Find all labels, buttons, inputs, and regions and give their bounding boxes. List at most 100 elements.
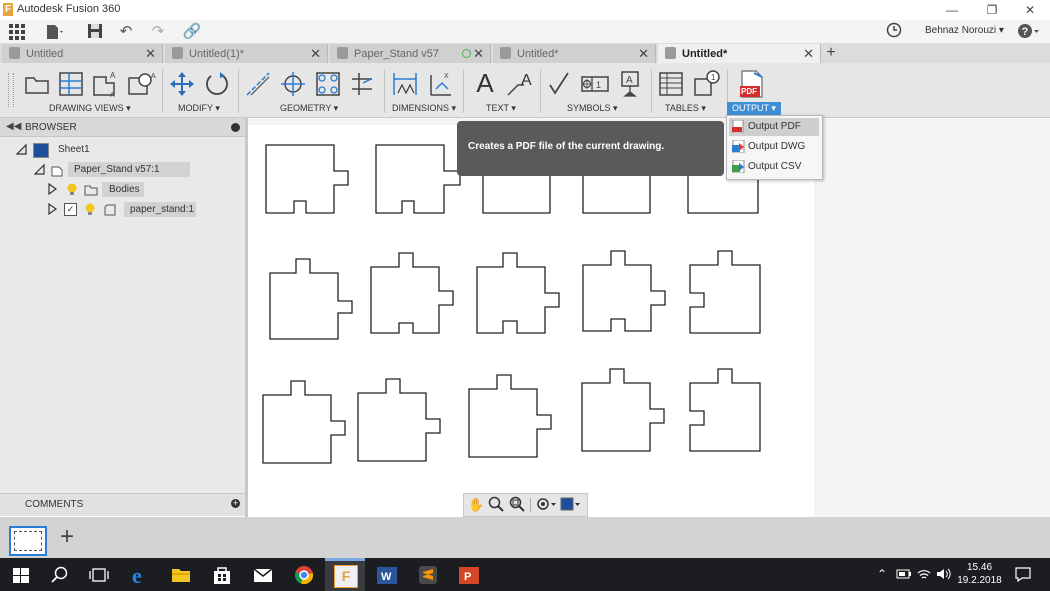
edge-browser-icon[interactable]: e <box>130 563 152 588</box>
minimize-button[interactable]: — <box>932 0 972 20</box>
new-tab-icon[interactable]: + <box>822 44 840 62</box>
leader-text-icon[interactable]: A <box>505 69 533 99</box>
base-view-icon[interactable] <box>23 69 51 99</box>
lightbulb-icon[interactable] <box>66 183 78 200</box>
add-sheet-icon[interactable]: + <box>56 525 78 549</box>
task-view-icon[interactable] <box>88 564 110 586</box>
help-icon[interactable]: ? <box>1017 23 1041 39</box>
file-explorer-icon[interactable] <box>170 564 192 586</box>
close-tab-icon[interactable]: ✕ <box>310 46 321 62</box>
save-icon[interactable] <box>85 22 105 42</box>
undo-icon[interactable]: ↶ <box>116 22 136 42</box>
centerline-icon[interactable] <box>244 69 272 99</box>
chrome-icon[interactable] <box>293 564 315 586</box>
file-menu-icon[interactable] <box>44 22 64 42</box>
fusion-taskbar-button[interactable]: F <box>325 558 365 591</box>
symbols-menu[interactable]: SYMBOLS ▾ <box>567 103 618 114</box>
detail-view-icon[interactable]: A <box>126 69 156 99</box>
zoom-icon[interactable] <box>488 496 504 515</box>
word-icon[interactable]: W <box>376 564 398 586</box>
feature-control-frame-icon[interactable]: 1 <box>580 69 609 99</box>
user-account-menu[interactable]: Behnaz Norouzi ▾ <box>925 25 1004 36</box>
job-status-icon[interactable] <box>884 22 904 42</box>
close-tab-icon[interactable]: ✕ <box>145 46 156 62</box>
tab-untitled-active[interactable]: Untitled* ✕ <box>658 44 821 63</box>
close-window-button[interactable]: ✕ <box>1010 0 1050 20</box>
tree-row-sheet1[interactable]: Sheet1 <box>15 142 236 158</box>
geometry-menu[interactable]: GEOMETRY ▾ <box>280 103 338 114</box>
comments-panel[interactable]: COMMENTS + <box>0 493 245 516</box>
table-icon[interactable] <box>657 69 685 99</box>
taskbar-clock[interactable]: 15.46 19.2.2018 <box>957 561 1002 587</box>
powerpoint-icon[interactable]: P <box>458 564 480 586</box>
sheet-thumbnail[interactable] <box>9 526 47 556</box>
tab-paper-stand[interactable]: Paper_Stand v57 ✕ <box>330 44 491 63</box>
tree-row-paper-stand[interactable]: Paper_Stand v57:1 <box>33 162 234 178</box>
svg-text:P: P <box>464 571 471 583</box>
tab-untitled-1[interactable]: Untitled(1)* ✕ <box>165 44 328 63</box>
mail-icon[interactable] <box>252 564 274 586</box>
browser-options-icon[interactable] <box>231 123 240 132</box>
close-tab-icon[interactable]: ✕ <box>473 46 484 62</box>
center-mark-pattern-icon[interactable] <box>314 69 342 99</box>
output-menu[interactable]: OUTPUT ▾ <box>727 102 781 115</box>
menu-item-output-csv[interactable]: Output CSV <box>729 158 819 176</box>
ribbon-grip[interactable] <box>8 73 14 107</box>
windows-start-icon[interactable] <box>10 564 32 586</box>
tree-row-bodies[interactable]: Bodies <box>46 182 236 198</box>
drawing-sheet[interactable] <box>248 125 814 517</box>
center-mark-icon[interactable] <box>279 69 307 99</box>
modify-menu[interactable]: MODIFY ▾ <box>178 103 220 114</box>
tab-untitled[interactable]: Untitled ✕ <box>2 44 163 63</box>
dimension-icon[interactable] <box>390 69 418 99</box>
ribbon-separator <box>540 69 541 113</box>
pan-hand-icon[interactable]: ✋ <box>468 497 484 513</box>
search-icon[interactable] <box>49 564 71 586</box>
projected-view-icon[interactable] <box>57 69 85 99</box>
tree-row-paper-stand-body[interactable]: ✓ paper_stand:1 <box>46 202 236 218</box>
close-tab-icon[interactable]: ✕ <box>803 46 814 62</box>
link-icon[interactable]: 🔗 <box>182 22 202 42</box>
volume-icon[interactable] <box>936 567 952 584</box>
section-view-icon[interactable]: AA <box>91 69 119 99</box>
app-grid-icon[interactable] <box>8 23 25 40</box>
zoom-window-icon[interactable] <box>509 496 525 515</box>
collapsed-triangle-icon[interactable] <box>46 182 58 198</box>
tree-label: paper_stand:1 <box>130 204 194 215</box>
datum-identifier-icon[interactable]: A <box>616 69 644 99</box>
output-pdf-icon[interactable]: PDF <box>738 69 766 99</box>
notifications-icon[interactable] <box>1015 566 1031 585</box>
visibility-checkbox[interactable]: ✓ <box>64 203 77 216</box>
edge-extension-icon[interactable] <box>349 69 377 99</box>
balloon-icon[interactable]: 1 <box>692 69 720 99</box>
sublime-text-icon[interactable] <box>417 564 439 586</box>
move-icon[interactable] <box>168 69 196 99</box>
redo-icon[interactable]: ↷ <box>148 22 168 42</box>
tables-menu[interactable]: TABLES ▾ <box>665 103 706 114</box>
close-tab-icon[interactable]: ✕ <box>638 46 649 62</box>
drawing-views-menu[interactable]: DRAWING VIEWS ▾ <box>49 103 131 114</box>
store-icon[interactable] <box>211 564 233 586</box>
lightbulb-icon[interactable] <box>84 203 96 220</box>
text-menu[interactable]: TEXT ▾ <box>486 103 516 114</box>
wifi-icon[interactable] <box>916 567 932 584</box>
expanded-triangle-icon[interactable] <box>33 163 46 178</box>
view-options-icon[interactable] <box>536 496 558 515</box>
text-icon[interactable]: A <box>471 69 499 99</box>
sheet-settings-icon[interactable] <box>560 496 582 515</box>
rotate-icon[interactable] <box>203 69 231 99</box>
surface-texture-icon[interactable] <box>546 69 574 99</box>
drawing-view-piece <box>370 252 454 334</box>
show-hidden-icons-icon[interactable]: ⌃ <box>877 567 887 581</box>
tab-untitled-star[interactable]: Untitled* ✕ <box>493 44 656 63</box>
restore-button[interactable]: ❐ <box>972 0 1012 20</box>
ordinate-dimension-icon[interactable]: X <box>426 69 454 99</box>
menu-item-output-pdf[interactable]: Output PDF <box>729 118 819 136</box>
dimensions-menu[interactable]: DIMENSIONS ▾ <box>392 103 456 114</box>
menu-item-output-dwg[interactable]: Output DWG <box>729 138 819 156</box>
add-comment-icon[interactable]: + <box>231 499 240 508</box>
collapse-panel-icon[interactable]: ◀◀ <box>6 121 21 132</box>
expanded-triangle-icon[interactable] <box>15 143 28 158</box>
battery-icon[interactable] <box>896 569 912 582</box>
collapsed-triangle-icon[interactable] <box>46 202 58 218</box>
